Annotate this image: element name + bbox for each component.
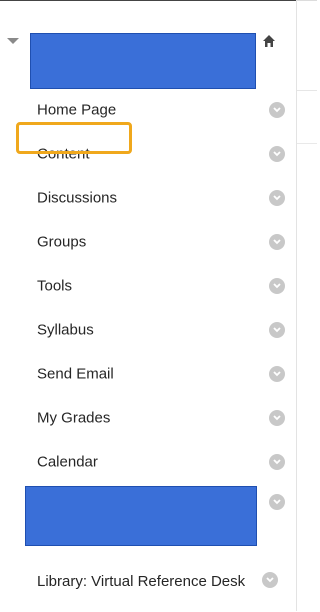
menu-item-label: Groups [37,233,87,251]
chevron-down-circle-icon[interactable] [269,102,285,118]
menu-item-calendar[interactable]: Calendar [0,442,296,482]
chevron-down-circle-icon[interactable] [269,454,285,470]
course-title-redacted[interactable] [30,33,256,89]
menu-item-label: Calendar [37,453,98,471]
content-area-edge [297,90,317,91]
menu-item-syllabus[interactable]: Syllabus [0,310,296,350]
menu-item-groups[interactable]: Groups [0,222,296,262]
menu-item-label: Tools [37,277,73,295]
home-icon[interactable] [262,34,276,48]
menu-item-redacted-overlay [25,486,257,546]
chevron-down-circle-icon[interactable] [269,234,285,250]
menu-item-label: My Grades [37,409,111,427]
menu-item-send-email[interactable]: Send Email [0,354,296,394]
menu-item-label: Content [37,145,90,163]
menu-item-discussions[interactable]: Discussions [0,178,296,218]
menu-item-label: Library: Virtual Reference Desk [37,573,246,590]
content-area-edge-lower [297,143,317,144]
top-border [0,0,296,1]
menu-item-label: Syllabus [37,321,94,339]
caret-down-icon[interactable] [7,38,19,44]
menu-item-library-virtual-reference-desk[interactable]: Library: Virtual Reference Desk [0,566,296,612]
top-border-tail [296,0,317,1]
menu-item-label: Home Page [37,101,117,119]
chevron-down-circle-icon[interactable] [262,572,278,588]
chevron-down-circle-icon[interactable] [269,190,285,206]
chevron-down-circle-icon[interactable] [269,366,285,382]
menu-item-content[interactable]: Content [0,134,296,174]
chevron-down-circle-icon[interactable] [269,494,285,510]
chevron-down-circle-icon[interactable] [269,278,285,294]
sidebar-divider [296,0,297,611]
chevron-down-circle-icon[interactable] [269,410,285,426]
chevron-down-circle-icon[interactable] [269,146,285,162]
menu-item-tools[interactable]: Tools [0,266,296,306]
menu-item-my-grades[interactable]: My Grades [0,398,296,438]
menu-item-label: Discussions [37,189,118,207]
chevron-down-circle-icon[interactable] [269,322,285,338]
menu-item-home-page[interactable]: Home Page [0,90,296,130]
menu-item-label: Send Email [37,365,114,383]
